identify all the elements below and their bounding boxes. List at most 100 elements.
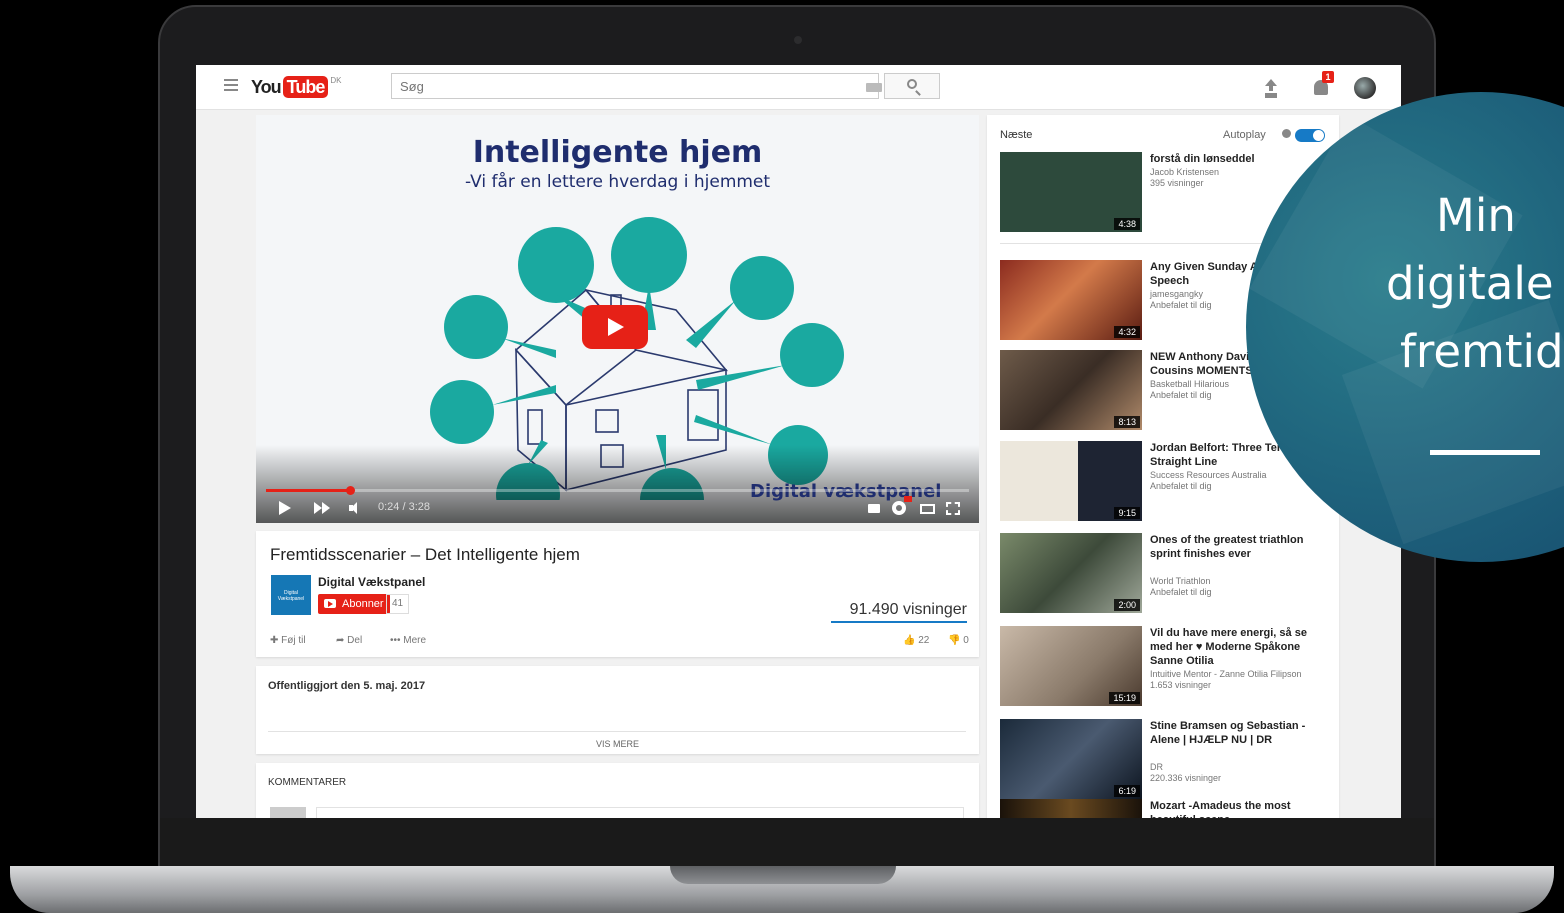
video-duration: 4:32 xyxy=(1114,326,1140,338)
video-info-card: Fremtidsscenarier – Det Intelligente hje… xyxy=(256,531,979,657)
comments-heading: KOMMENTARER xyxy=(268,777,347,788)
video-thumbnail[interactable]: 4:38 xyxy=(1000,152,1142,232)
video-duration: 2:00 xyxy=(1114,599,1140,611)
youtube-logo[interactable]: You Tube DK xyxy=(251,76,341,98)
fullscreen-icon[interactable] xyxy=(946,502,960,515)
more-button[interactable]: ••• Mere xyxy=(390,635,426,646)
video-duration: 9:15 xyxy=(1114,507,1140,519)
comment-user-avatar xyxy=(270,807,306,818)
thumbs-down-icon: 👎 xyxy=(948,635,961,646)
settings-gear-icon[interactable] xyxy=(892,501,906,515)
logo-you: You xyxy=(251,77,282,97)
video-player[interactable]: Intelligente hjem -Vi får en lettere hve… xyxy=(256,115,979,523)
like-ratio-bar xyxy=(831,621,967,623)
add-to-button[interactable]: ✚ Føj til xyxy=(270,635,306,646)
logo-country-code: DK xyxy=(330,76,342,85)
channel-name-link[interactable]: Digital Vækstpanel xyxy=(318,575,425,589)
large-play-button[interactable] xyxy=(582,305,648,349)
video-meta: Anbefalet til dig xyxy=(1150,587,1212,597)
recommended-video[interactable]: 6:19 Stine Bramsen og Sebastian - Alene |… xyxy=(1000,719,1330,801)
hub-solar-icon xyxy=(518,227,594,303)
hub-phone-icon xyxy=(611,217,687,293)
video-thumbnail[interactable]: 6:19 xyxy=(1000,719,1142,799)
connector-6 xyxy=(492,385,556,405)
video-meta: 220.336 visninger xyxy=(1150,773,1222,783)
video-duration: 8:13 xyxy=(1114,416,1140,428)
hub-light-icon xyxy=(444,295,508,359)
volume-icon[interactable] xyxy=(349,502,363,514)
promo-circle-text: Min digitale fremtid xyxy=(1386,182,1564,386)
thumbs-up-icon: 👍 xyxy=(903,635,916,646)
upload-icon[interactable] xyxy=(1264,79,1278,95)
comment-input[interactable] xyxy=(316,807,964,818)
search-button[interactable] xyxy=(884,73,940,99)
show-more-button[interactable]: VIS MERE xyxy=(256,739,979,749)
hamburger-menu-icon[interactable] xyxy=(224,79,238,91)
autoplay-toggle[interactable] xyxy=(1295,129,1325,142)
recommended-video[interactable]: Mozart -Amadeus the most beautiful scene xyxy=(1000,799,1330,818)
description-card: Offentliggjort den 5. maj. 2017 VIS MERE xyxy=(256,666,979,754)
video-channel[interactable]: Intuitive Mentor - Zanne Otilia Filipson xyxy=(1150,669,1330,680)
dislike-button[interactable]: 👎 0 xyxy=(948,635,969,646)
comments-card: KOMMENTARER xyxy=(256,763,979,818)
logo-tube: Tube xyxy=(282,76,329,98)
hd-badge-icon xyxy=(904,496,912,502)
user-avatar[interactable] xyxy=(1354,77,1376,99)
video-thumbnail[interactable]: 4:32 xyxy=(1000,260,1142,340)
play-icon[interactable] xyxy=(278,500,292,516)
youtube-header: You Tube DK 1 xyxy=(196,65,1401,110)
add-to-label: Føj til xyxy=(281,635,306,646)
video-thumbnail[interactable] xyxy=(1000,799,1142,818)
search-input[interactable] xyxy=(391,73,879,99)
video-title-link[interactable]: Ones of the greatest triathlon sprint fi… xyxy=(1150,533,1325,561)
progress-played xyxy=(266,489,351,492)
house-door xyxy=(527,409,543,445)
video-thumbnail[interactable]: 2:00 xyxy=(1000,533,1142,613)
recommended-video[interactable]: 2:00 Ones of the greatest triathlon sprin… xyxy=(1000,533,1330,615)
subtitles-icon[interactable] xyxy=(868,504,880,513)
video-duration: 15:19 xyxy=(1109,692,1140,704)
promo-line-1: Min xyxy=(1436,189,1516,242)
subscribe-button[interactable]: Abonner xyxy=(318,594,390,614)
channel-avatar[interactable]: Digital Vækstpanel xyxy=(271,575,311,615)
video-channel[interactable]: World Triathlon xyxy=(1150,576,1330,587)
laptop-notch xyxy=(670,866,896,884)
video-title-link[interactable]: Stine Bramsen og Sebastian - Alene | HJÆ… xyxy=(1150,719,1325,747)
dislike-count: 0 xyxy=(963,635,969,646)
video-title-link[interactable]: forstå din lønseddel xyxy=(1150,152,1325,166)
info-icon[interactable] xyxy=(1282,129,1291,138)
like-count: 22 xyxy=(918,635,930,646)
video-frame-title: Intelligente hjem xyxy=(472,135,763,170)
video-title-link[interactable]: Mozart -Amadeus the most beautiful scene xyxy=(1150,799,1325,818)
progress-bar[interactable] xyxy=(266,486,969,495)
video-channel[interactable]: DR xyxy=(1150,762,1330,773)
recommended-video[interactable]: 9:15 Jordan Belfort: Three Ter of the Str… xyxy=(1000,441,1330,523)
laptop-bezel xyxy=(160,818,1434,866)
laptop-screen: You Tube DK 1 Intelligente hjem -Vi får … xyxy=(196,65,1401,818)
video-thumbnail[interactable]: 9:15 xyxy=(1000,441,1142,521)
keyboard-icon[interactable] xyxy=(866,83,882,92)
hub-tv-icon xyxy=(730,256,794,320)
video-duration: 6:19 xyxy=(1114,785,1140,797)
share-button[interactable]: ➦ Del xyxy=(336,635,362,646)
view-count: 91.490 visninger xyxy=(849,601,967,618)
more-label: Mere xyxy=(403,635,427,646)
divider xyxy=(268,731,966,732)
laptop-mockup: You Tube DK 1 Intelligente hjem -Vi får … xyxy=(0,0,1564,913)
theater-mode-icon[interactable] xyxy=(920,504,935,514)
subscriber-count: 41 xyxy=(386,594,410,614)
recommended-video[interactable]: 15:19 Vil du have mere energi, så se med … xyxy=(1000,626,1330,708)
video-title-link[interactable]: Vil du have mere energi, så se med her ♥… xyxy=(1150,626,1325,668)
video-duration: 4:38 xyxy=(1114,218,1140,230)
hub-garage-icon xyxy=(780,323,844,387)
like-button[interactable]: 👍 22 xyxy=(903,635,929,646)
promo-dash xyxy=(1430,450,1540,455)
promo-line-2: digitale xyxy=(1386,257,1554,310)
house-window-1 xyxy=(595,409,619,433)
video-title: Fremtidsscenarier – Det Intelligente hje… xyxy=(270,545,580,564)
webcam xyxy=(794,36,802,44)
video-thumbnail[interactable]: 15:19 xyxy=(1000,626,1142,706)
video-thumbnail[interactable]: 8:13 xyxy=(1000,350,1142,430)
next-video-icon[interactable] xyxy=(314,502,332,514)
up-next-label: Næste xyxy=(1000,129,1033,141)
